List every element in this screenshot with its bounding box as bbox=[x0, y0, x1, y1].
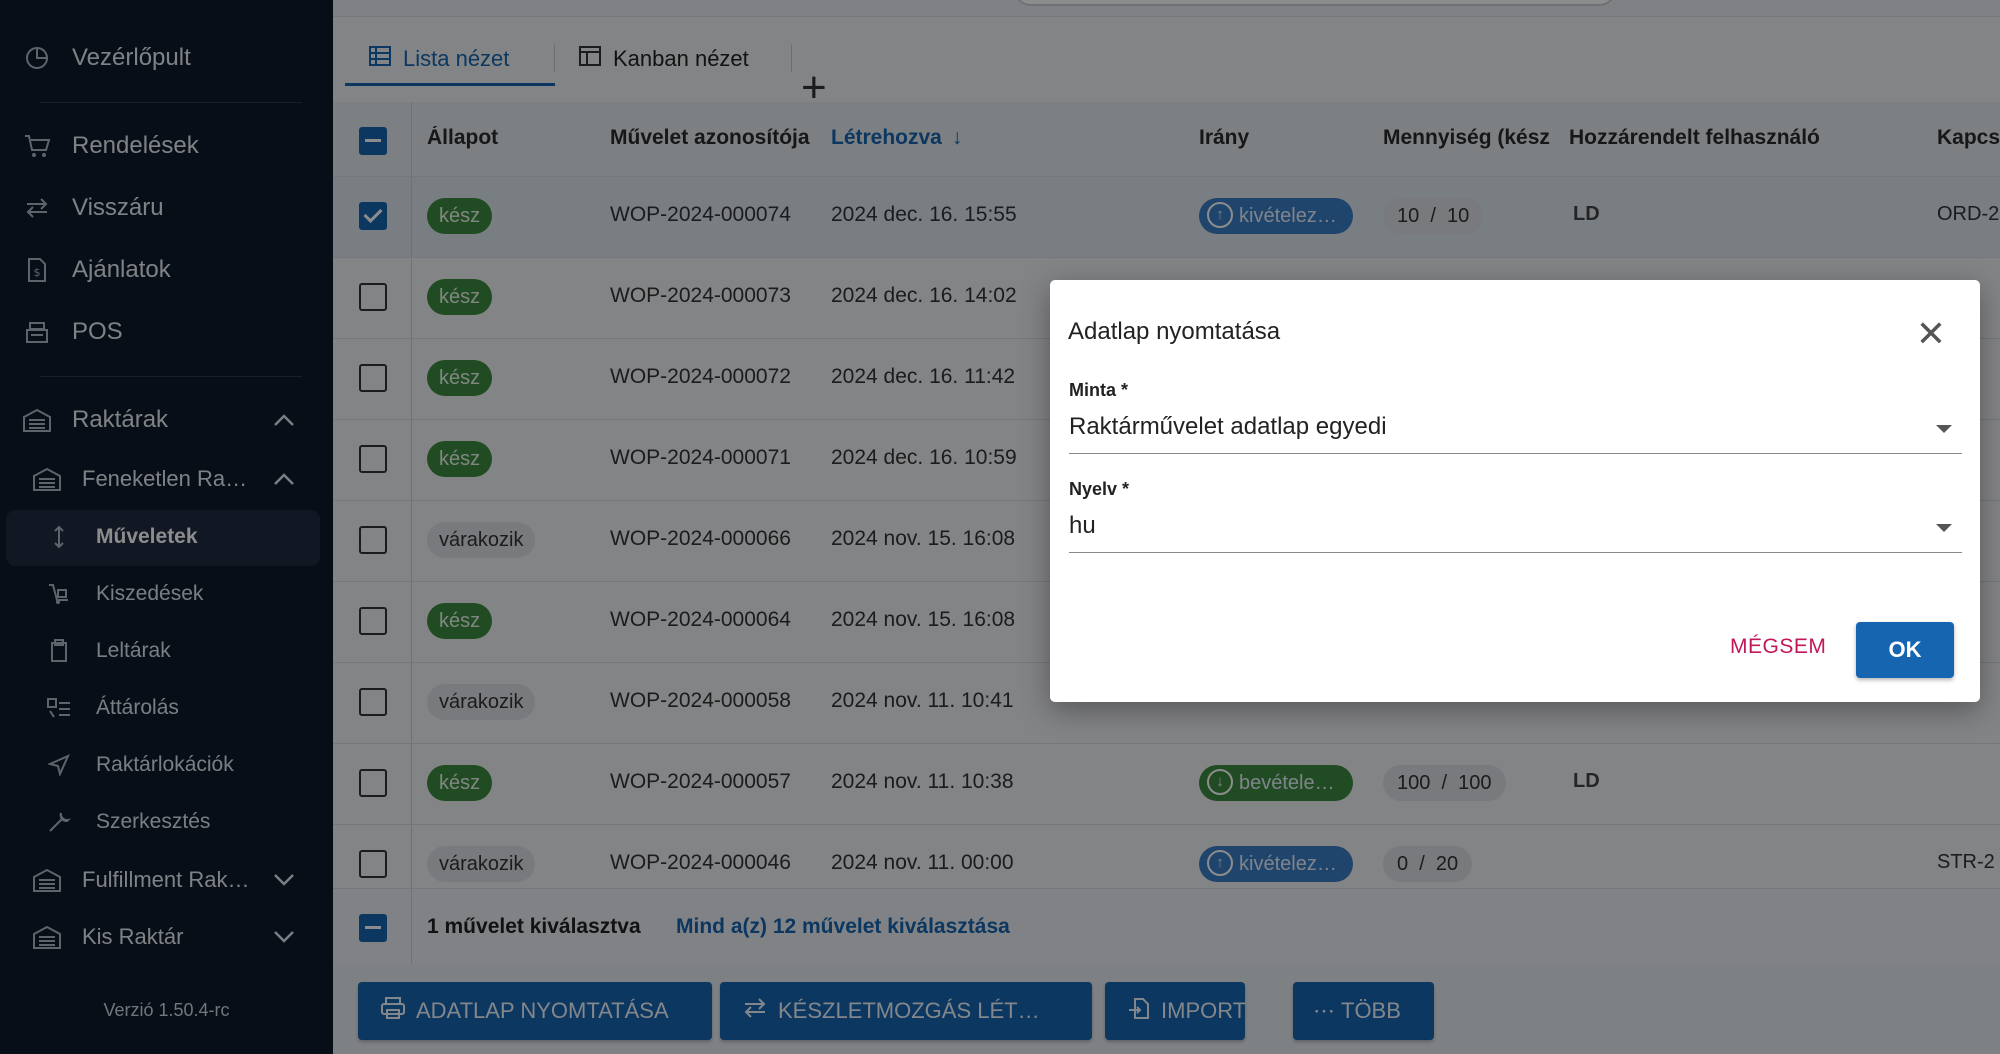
template-label: Minta * bbox=[1069, 380, 1129, 400]
language-label: Nyelv * bbox=[1069, 479, 1130, 499]
dropdown-caret-icon[interactable] bbox=[1936, 425, 1952, 433]
template-select[interactable]: Raktárművelet adatlap egyedi bbox=[1069, 413, 1387, 441]
field-underline bbox=[1069, 552, 1962, 553]
print-datasheet-dialog: Adatlap nyomtatása ✕ Minta * Raktárművel… bbox=[1050, 280, 1980, 702]
cancel-button[interactable]: MÉGSEM bbox=[1730, 635, 1826, 659]
field-underline bbox=[1069, 453, 1962, 454]
ok-button[interactable]: OK bbox=[1856, 622, 1954, 678]
language-select[interactable]: hu bbox=[1069, 512, 1096, 540]
close-icon[interactable]: ✕ bbox=[1916, 316, 1946, 352]
dialog-title: Adatlap nyomtatása bbox=[1068, 318, 1281, 345]
dropdown-caret-icon[interactable] bbox=[1936, 524, 1952, 532]
